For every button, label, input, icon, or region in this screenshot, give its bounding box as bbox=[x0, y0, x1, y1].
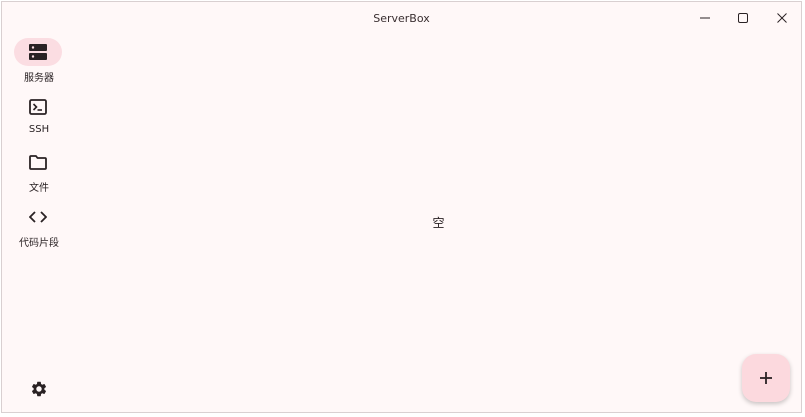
maximize-button[interactable] bbox=[731, 8, 755, 28]
gear-icon bbox=[31, 381, 47, 397]
settings-button[interactable] bbox=[28, 378, 50, 400]
title-bar: ServerBox bbox=[2, 2, 801, 34]
add-server-button[interactable] bbox=[742, 354, 790, 402]
maximize-icon bbox=[738, 13, 748, 23]
nav-label-files: 文件 bbox=[29, 183, 49, 194]
plus-icon bbox=[760, 372, 772, 384]
server-icon bbox=[29, 44, 47, 60]
nav-item-servers[interactable]: 服务器 bbox=[2, 38, 76, 88]
nav-icon-container bbox=[14, 203, 62, 231]
nav-label-snippets: 代码片段 bbox=[19, 238, 59, 249]
nav-item-files[interactable]: 文件 bbox=[2, 148, 76, 198]
empty-state-text: 空 bbox=[432, 216, 445, 230]
close-icon bbox=[777, 13, 787, 23]
nav-icon-container bbox=[14, 148, 62, 176]
nav-label-ssh: SSH bbox=[28, 124, 50, 135]
code-icon bbox=[29, 211, 47, 223]
nav-active-indicator bbox=[14, 38, 62, 66]
nav-item-ssh[interactable]: SSH bbox=[2, 93, 76, 143]
close-button[interactable] bbox=[770, 8, 794, 28]
minimize-icon bbox=[700, 17, 710, 19]
nav-item-snippets[interactable]: 代码片段 bbox=[2, 203, 76, 253]
nav-label-servers: 服务器 bbox=[24, 73, 54, 84]
minimize-button[interactable] bbox=[693, 8, 717, 28]
nav-icon-container bbox=[14, 93, 62, 121]
folder-icon bbox=[29, 154, 47, 170]
terminal-icon bbox=[29, 99, 47, 115]
app-window: ServerBox 服务器 SSH 文件 代码片段 空 bbox=[1, 1, 802, 413]
window-title: ServerBox bbox=[373, 12, 430, 25]
